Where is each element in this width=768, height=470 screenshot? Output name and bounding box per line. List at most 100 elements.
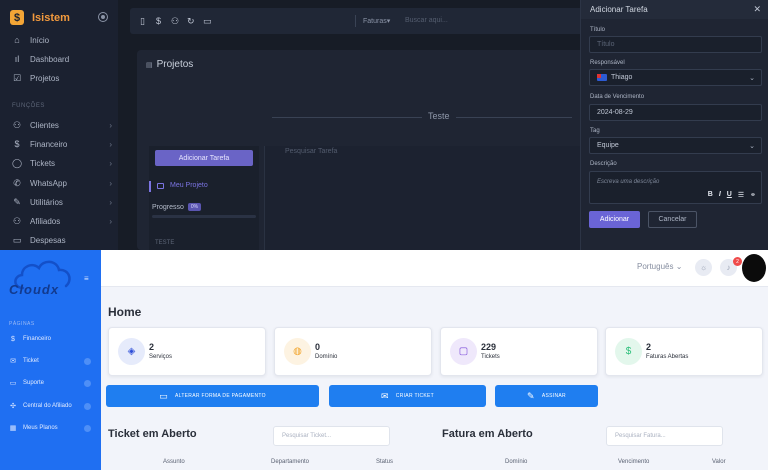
italic-button[interactable]: I bbox=[719, 191, 721, 199]
sidebar-item-label: Clientes bbox=[30, 120, 59, 130]
title-label: Título bbox=[590, 27, 606, 33]
clipboard-icon[interactable]: ▯ bbox=[140, 16, 145, 27]
sidebar-item-despesas[interactable]: ▭ Despesas bbox=[12, 233, 112, 247]
expand-dot-icon bbox=[84, 424, 91, 432]
stat-value: 2 bbox=[646, 342, 652, 352]
sidebar-item-tickets[interactable]: ◯ Tickets › bbox=[12, 156, 112, 170]
project-name: Meu Projeto bbox=[170, 182, 208, 189]
format-toolbar: B I U ☰ ⚭ bbox=[708, 191, 756, 199]
sidebar-item-projetos[interactable]: ☑ Projetos bbox=[12, 71, 112, 85]
cloudx-sidebar: Cloudx ≡ PÁGINAS $ Financeiro ✉ Ticket ▭… bbox=[0, 250, 101, 470]
support-icon: ▭ bbox=[9, 380, 17, 387]
sidebar-item-clientes[interactable]: ⚇ Clientes › bbox=[12, 118, 112, 132]
chevron-right-icon: › bbox=[109, 158, 112, 168]
expand-dot-icon bbox=[84, 402, 91, 410]
progress-badge: 0% bbox=[187, 203, 202, 211]
title-input[interactable]: Título bbox=[589, 36, 762, 53]
cancel-button[interactable]: Cancelar bbox=[648, 211, 697, 228]
add-button[interactable]: Adicionar bbox=[589, 211, 640, 228]
sign-button[interactable]: ✎ ASSINAR bbox=[495, 385, 598, 407]
stat-card-dominio[interactable]: ◍ 0 Domínio bbox=[274, 327, 432, 376]
link-icon[interactable]: ⚭ bbox=[750, 191, 756, 199]
bold-button[interactable]: B bbox=[708, 191, 713, 199]
close-icon[interactable]: ✕ bbox=[753, 4, 761, 15]
invoice-search-input[interactable]: Pesquisar Fatura... bbox=[606, 426, 723, 446]
stat-label: Serviços bbox=[149, 354, 173, 360]
home-icon: ⌂ bbox=[14, 35, 20, 45]
toolbar-search-input[interactable]: Buscar aqui... bbox=[405, 17, 448, 24]
refresh-icon[interactable]: ↻ bbox=[187, 16, 195, 27]
add-task-button[interactable]: Adicionar Tarefa bbox=[155, 150, 253, 166]
project-item-meu-projeto[interactable]: Meu Projeto bbox=[149, 181, 208, 192]
sidebar-item-meus-planos[interactable]: ▦ Meus Planos bbox=[9, 422, 95, 434]
stat-label: Faturas Abertas bbox=[646, 354, 689, 360]
brand-name: Isistem bbox=[32, 11, 70, 24]
responsible-select[interactable]: Thiago ⌄ bbox=[589, 69, 762, 86]
column-header-valor: Valor bbox=[712, 459, 726, 465]
globe-icon: ◍ bbox=[284, 338, 311, 365]
sidebar-toggle-icon[interactable]: ≡ bbox=[84, 274, 89, 283]
sidebar-collapse-icon[interactable] bbox=[98, 12, 108, 22]
stat-value: 2 bbox=[149, 342, 155, 352]
task-search-input[interactable]: Pesquisar Tarefa bbox=[285, 148, 337, 155]
top-bar: Português ⌄ ☼ ♪ 2 bbox=[101, 250, 768, 287]
isistem-brand[interactable]: $ Isistem bbox=[10, 10, 70, 25]
list-icon[interactable]: ☰ bbox=[738, 191, 744, 199]
dollar-icon: $ bbox=[615, 338, 642, 365]
tag-select[interactable]: Equipe ⌄ bbox=[589, 137, 762, 154]
faturas-dropdown[interactable]: Faturas▾ bbox=[363, 17, 390, 25]
cloudx-panel: Cloudx ≡ PÁGINAS $ Financeiro ✉ Ticket ▭… bbox=[0, 250, 768, 470]
progress-label: Progresso bbox=[152, 203, 184, 211]
stat-card-tickets[interactable]: ▢ 229 Tickets bbox=[440, 327, 598, 376]
progress-label-row: Progresso 0% bbox=[152, 203, 202, 211]
ticket-icon: ✉ bbox=[10, 358, 16, 365]
brand-name: Cloudx bbox=[9, 282, 60, 297]
mail-icon: ✉ bbox=[380, 390, 389, 401]
chevron-right-icon: › bbox=[109, 216, 112, 226]
card-icon[interactable]: ▭ bbox=[203, 16, 212, 27]
whatsapp-icon: ✆ bbox=[13, 177, 21, 188]
due-date-input[interactable]: 2024-08-29 bbox=[589, 104, 762, 121]
stat-card-servicos[interactable]: ◈ 2 Serviços bbox=[108, 327, 266, 376]
column-header-dominio: Domínio bbox=[505, 459, 528, 465]
plans-icon: ▦ bbox=[9, 425, 17, 432]
sidebar-item-suporte[interactable]: ▭ Suporte bbox=[9, 377, 95, 389]
open-invoices-title: Fatura em Aberto bbox=[442, 428, 533, 440]
description-label: Descrição bbox=[590, 161, 617, 167]
sidebar-item-label: Início bbox=[30, 35, 50, 45]
sidebar-item-utilitarios[interactable]: ✎ Utilitários › bbox=[12, 195, 112, 209]
sidebar-item-whatsapp[interactable]: ✆ WhatsApp › bbox=[12, 176, 112, 190]
dollar-icon[interactable]: $ bbox=[156, 16, 161, 26]
sidebar-item-financeiro[interactable]: $ Financeiro › bbox=[12, 137, 112, 151]
sidebar-item-dashboard[interactable]: ıl Dashboard bbox=[12, 52, 112, 66]
users-icon[interactable]: ⚇ bbox=[171, 16, 179, 27]
users-icon: ⚇ bbox=[12, 119, 22, 130]
expand-dot-icon bbox=[84, 357, 91, 365]
avatar[interactable] bbox=[742, 254, 766, 282]
chevron-down-icon: ⌄ bbox=[749, 142, 755, 150]
expand-dot-icon bbox=[84, 379, 91, 387]
sidebar-item-financeiro[interactable]: $ Financeiro bbox=[9, 333, 95, 345]
change-payment-button[interactable]: ▭ ALTERAR FORMA DE PAGAMENTO bbox=[106, 385, 319, 407]
sidebar-item-ticket[interactable]: ✉ Ticket bbox=[9, 355, 95, 367]
create-ticket-button[interactable]: ✉ CRIAR TICKET bbox=[329, 385, 486, 407]
description-textarea[interactable]: Escreva uma descrição B I U ☰ ⚭ bbox=[589, 171, 762, 204]
sidebar-item-label: Dashboard bbox=[30, 54, 70, 64]
underline-button[interactable]: U bbox=[727, 191, 732, 199]
folder-icon bbox=[157, 182, 164, 189]
page-title: Home bbox=[108, 305, 142, 319]
language-select[interactable]: Português ⌄ bbox=[637, 262, 682, 271]
sidebar-item-inicio[interactable]: ⌂ Início bbox=[12, 33, 112, 47]
ticket-search-input[interactable]: Pesquisar Ticket... bbox=[273, 426, 390, 446]
sidebar-item-central-afiliado[interactable]: ✣ Central do Afiliado bbox=[9, 400, 95, 412]
sidebar-section-label: FUNÇÕES bbox=[12, 103, 45, 109]
chevron-down-icon: ⌄ bbox=[749, 74, 755, 82]
cube-icon: ◈ bbox=[118, 338, 145, 365]
modal-title: Adicionar Tarefa bbox=[590, 5, 648, 14]
affiliates-icon: ⚇ bbox=[12, 215, 22, 226]
active-marker bbox=[149, 181, 151, 192]
chevron-right-icon: › bbox=[109, 197, 112, 207]
sidebar-item-afiliados[interactable]: ⚇ Afiliados › bbox=[12, 214, 112, 228]
stat-card-faturas[interactable]: $ 2 Faturas Abertas bbox=[605, 327, 763, 376]
theme-toggle-icon[interactable]: ☼ bbox=[695, 259, 712, 276]
